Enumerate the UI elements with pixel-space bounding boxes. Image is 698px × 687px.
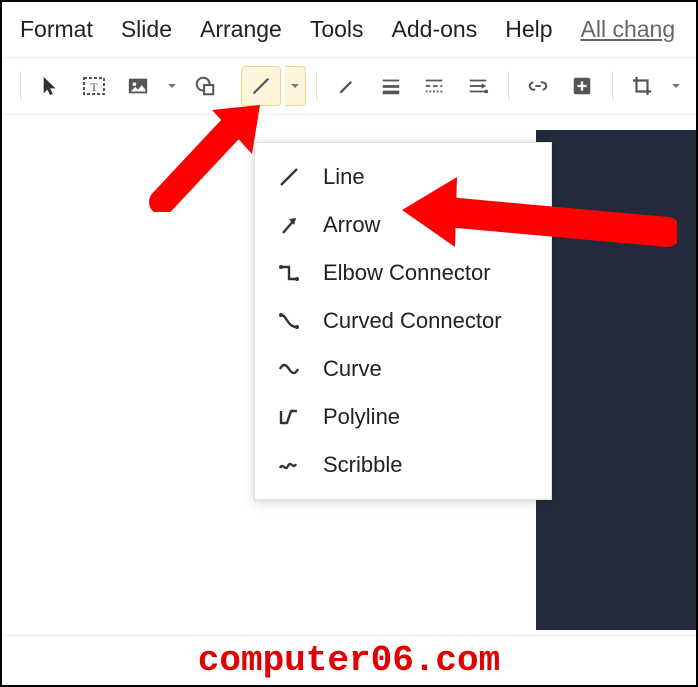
chevron-down-icon <box>290 81 300 91</box>
menu-help[interactable]: Help <box>505 16 552 43</box>
shape-icon <box>194 75 216 97</box>
select-tool-button[interactable] <box>31 66 71 106</box>
textbox-icon: T <box>82 74 106 98</box>
link-icon <box>527 75 549 97</box>
menubar: Format Slide Arrange Tools Add-ons Help … <box>2 2 696 57</box>
chevron-down-icon <box>167 81 177 91</box>
menu-tools[interactable]: Tools <box>310 16 364 43</box>
menu-label: Polyline <box>323 404 400 430</box>
menu-label: Curve <box>323 356 382 382</box>
line-menu-scribble[interactable]: Scribble <box>255 441 551 489</box>
line-tool-dropdown: Line Arrow Elbow Connector Curved Connec… <box>254 142 552 500</box>
arrow-icon <box>275 211 303 239</box>
separator <box>612 71 613 101</box>
cursor-icon <box>40 75 62 97</box>
polyline-icon <box>275 403 303 431</box>
comment-plus-icon <box>571 75 593 97</box>
menu-slide[interactable]: Slide <box>121 16 172 43</box>
line-weight-icon <box>380 75 402 97</box>
curve-icon <box>275 355 303 383</box>
menu-label: Curved Connector <box>323 308 502 334</box>
menu-label: Elbow Connector <box>323 260 491 286</box>
menu-arrange[interactable]: Arrange <box>200 16 282 43</box>
crop-icon <box>631 75 653 97</box>
line-tool-button[interactable] <box>241 66 281 106</box>
line-end-button[interactable] <box>458 66 498 106</box>
menu-addons[interactable]: Add-ons <box>392 16 478 43</box>
line-icon <box>275 163 303 191</box>
image-icon <box>127 75 149 97</box>
line-dropdown-caret[interactable] <box>285 66 307 106</box>
line-dash-button[interactable] <box>414 66 454 106</box>
line-menu-elbow[interactable]: Elbow Connector <box>255 249 551 297</box>
line-menu-arrow[interactable]: Arrow <box>255 201 551 249</box>
crop-tool-button[interactable] <box>623 66 663 106</box>
shape-tool-button[interactable] <box>185 66 225 106</box>
separator <box>20 71 21 101</box>
line-icon <box>250 75 272 97</box>
svg-text:T: T <box>91 80 99 94</box>
watermark: computer06.com <box>2 635 696 685</box>
pen-icon <box>337 76 357 96</box>
line-dash-icon <box>423 75 445 97</box>
line-end-icon <box>467 75 489 97</box>
image-dropdown-caret[interactable] <box>162 66 182 106</box>
line-menu-curve[interactable]: Curve <box>255 345 551 393</box>
pen-tool-button[interactable] <box>327 66 367 106</box>
menu-format[interactable]: Format <box>20 16 93 43</box>
scribble-icon <box>275 451 303 479</box>
menu-label: Arrow <box>323 212 380 238</box>
toolbar: T <box>2 57 696 115</box>
line-menu-polyline[interactable]: Polyline <box>255 393 551 441</box>
line-menu-line[interactable]: Line <box>255 153 551 201</box>
image-tool-button[interactable] <box>118 66 158 106</box>
add-comment-button[interactable] <box>562 66 602 106</box>
all-changes-link[interactable]: All chang <box>581 16 676 43</box>
separator <box>508 71 509 101</box>
line-weight-button[interactable] <box>371 66 411 106</box>
shape-dropdown-caret[interactable] <box>229 66 237 106</box>
crop-dropdown-caret[interactable] <box>666 66 686 106</box>
curved-connector-icon <box>275 307 303 335</box>
textbox-tool-button[interactable]: T <box>75 66 115 106</box>
menu-label: Scribble <box>323 452 402 478</box>
separator <box>316 71 317 101</box>
chevron-down-icon <box>671 81 681 91</box>
line-menu-curved[interactable]: Curved Connector <box>255 297 551 345</box>
elbow-connector-icon <box>275 259 303 287</box>
slide-content-right <box>536 130 696 630</box>
menu-label: Line <box>323 164 365 190</box>
insert-link-button[interactable] <box>519 66 559 106</box>
